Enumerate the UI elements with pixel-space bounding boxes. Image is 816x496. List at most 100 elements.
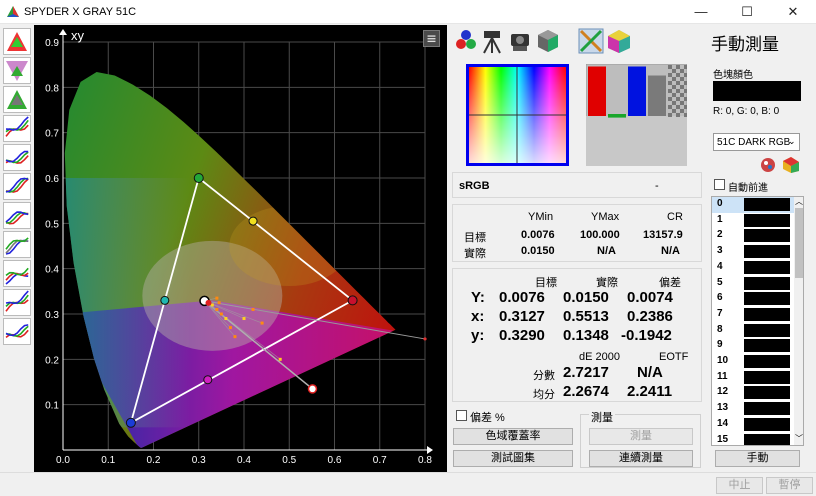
test-set-button[interactable]: 測試圖集 (453, 450, 573, 467)
primary-vertex-2[interactable] (125, 417, 136, 428)
patch-swatch (744, 402, 790, 416)
y-tick-label: 0.1 (45, 401, 59, 412)
patch-row[interactable]: 11 (712, 370, 794, 386)
patch-row[interactable]: 0 (712, 197, 794, 213)
patch-swatch (744, 307, 790, 321)
picker-icon[interactable] (578, 28, 604, 54)
tail-point[interactable] (423, 337, 427, 341)
gamut-cube-icon[interactable] (608, 30, 630, 53)
patch-row[interactable]: 7 (712, 307, 794, 323)
preview-bar (608, 114, 626, 118)
tripod-icon[interactable] (483, 31, 501, 54)
scroll-down-icon[interactable]: ﹀ (795, 433, 803, 444)
camera-icon[interactable] (511, 34, 529, 51)
x-tick-label: 0.1 (101, 455, 115, 466)
swap-icon[interactable] (783, 157, 799, 173)
x-tick-label: 0.5 (282, 455, 296, 466)
scatter-point[interactable] (215, 296, 219, 300)
patch-row[interactable]: 15 (712, 433, 794, 445)
patch-number: 14 (717, 417, 729, 429)
patch-swatch (744, 370, 790, 384)
scatter-point[interactable] (228, 326, 232, 330)
patch-swatch (744, 323, 790, 337)
patch-row[interactable]: 5 (712, 276, 794, 292)
scatter-point[interactable] (242, 317, 246, 321)
maximize-button[interactable]: ☐ (724, 0, 770, 24)
patch-list[interactable]: 15 14 13 12 11 10 9 8 7 6 5 4 3 2 1 0 ︿ ﹀ (711, 196, 804, 446)
patch-row[interactable]: 13 (712, 401, 794, 417)
rgb-dots-icon[interactable] (456, 30, 476, 49)
gamut-icon[interactable] (3, 28, 31, 55)
minimize-button[interactable]: — (678, 0, 724, 24)
measured-point[interactable] (307, 384, 318, 394)
current-swatch (713, 81, 801, 101)
y-deviation: -0.1942 (621, 327, 672, 344)
y-tick-label: 0.2 (45, 355, 59, 366)
pause-button[interactable]: 暫停 (766, 477, 813, 494)
abort-button[interactable]: 中止 (716, 477, 763, 494)
primary-vertex-1[interactable] (193, 173, 204, 183)
rgb-balance-icon[interactable] (3, 144, 31, 171)
color-field-preview[interactable] (466, 64, 569, 166)
title-bar: SPYDER X GRAY 51C — ☐ ✕ (0, 0, 816, 24)
tone-curve-icon[interactable] (3, 173, 31, 200)
secondary-point-0[interactable] (248, 216, 258, 226)
rgb-readout: R: 0, G: 0, B: 0 (713, 106, 780, 117)
delta-e-icon[interactable] (3, 231, 31, 258)
patch-number: 12 (717, 386, 729, 398)
measure-group-label: 測量 (589, 409, 615, 425)
patch-row[interactable]: 14 (712, 417, 794, 433)
cie-xy-chart[interactable]: xy 0.0 0.1 0.2 0.3 0.4 0.5 0.6 0.7 0.8 0.1 0.2 0.3 0.… (34, 25, 447, 472)
y-axis-arrow (59, 29, 67, 35)
scatter-point[interactable] (251, 307, 255, 311)
scatter-point[interactable] (233, 335, 237, 339)
patch-swatch (744, 245, 790, 259)
patch-row[interactable]: 6 (712, 291, 794, 307)
chart-menu-icon[interactable] (423, 30, 440, 47)
header-cr: CR (667, 211, 683, 223)
y-tick-label: 0.9 (45, 38, 59, 49)
scatter-point[interactable] (224, 317, 228, 321)
patch-row[interactable]: 10 (712, 354, 794, 370)
gamut-coverage-button[interactable]: 色域覆蓋率 (453, 428, 573, 445)
patch-row[interactable]: 12 (712, 385, 794, 401)
scroll-up-icon[interactable]: ︿ (795, 197, 803, 207)
3d-gamut-icon[interactable] (3, 86, 31, 113)
gamma-curve-icon[interactable] (3, 115, 31, 142)
secondary-point-2[interactable] (203, 375, 213, 385)
scroll-thumb[interactable] (795, 208, 803, 278)
app-window: SPYDER X GRAY 51C — ☐ ✕ xy 0.0 0.1 0.2 0.3 0.… (0, 0, 816, 496)
patch-row[interactable]: 1 (712, 213, 794, 229)
header-ymax: YMax (591, 211, 620, 223)
patch-row[interactable]: 4 (712, 260, 794, 276)
scatter-point[interactable] (215, 307, 219, 311)
luminance-icon[interactable] (3, 202, 31, 229)
patch-row[interactable]: 8 (712, 323, 794, 339)
cube-icon[interactable] (538, 30, 558, 52)
scatter-point[interactable] (219, 312, 223, 316)
patch-row[interactable]: 2 (712, 228, 794, 244)
scatter-point[interactable] (278, 357, 282, 361)
manual-button[interactable]: 手動 (715, 450, 800, 467)
secondary-point-1[interactable] (160, 295, 170, 305)
grayscale-icon[interactable] (3, 289, 31, 316)
triangle-icon[interactable] (3, 57, 31, 84)
white-point-actual[interactable] (205, 299, 212, 306)
continuous-measure-button[interactable]: 連續測量 (589, 450, 693, 467)
patch-list-scrollbar[interactable]: ︿ ﹀ (794, 197, 803, 445)
rgb-curve-icon[interactable] (3, 318, 31, 345)
x-actual: 0.5513 (563, 308, 609, 325)
deviation-percent-checkbox[interactable] (456, 410, 467, 421)
palette-icon[interactable] (761, 158, 775, 172)
primary-vertex-0[interactable] (347, 295, 358, 306)
patch-row[interactable]: 3 (712, 244, 794, 260)
measure-button[interactable]: 測量 (589, 428, 693, 445)
close-button[interactable]: ✕ (770, 0, 816, 24)
cct-icon[interactable] (3, 260, 31, 287)
auto-advance-checkbox[interactable] (714, 179, 725, 190)
scatter-point[interactable] (217, 301, 221, 305)
scatter-point[interactable] (260, 321, 264, 325)
y-tick-label: 0.3 (45, 310, 59, 321)
patch-row[interactable]: 9 (712, 338, 794, 354)
profile-select[interactable]: 51C DARK RGB ⌄ (713, 133, 800, 151)
